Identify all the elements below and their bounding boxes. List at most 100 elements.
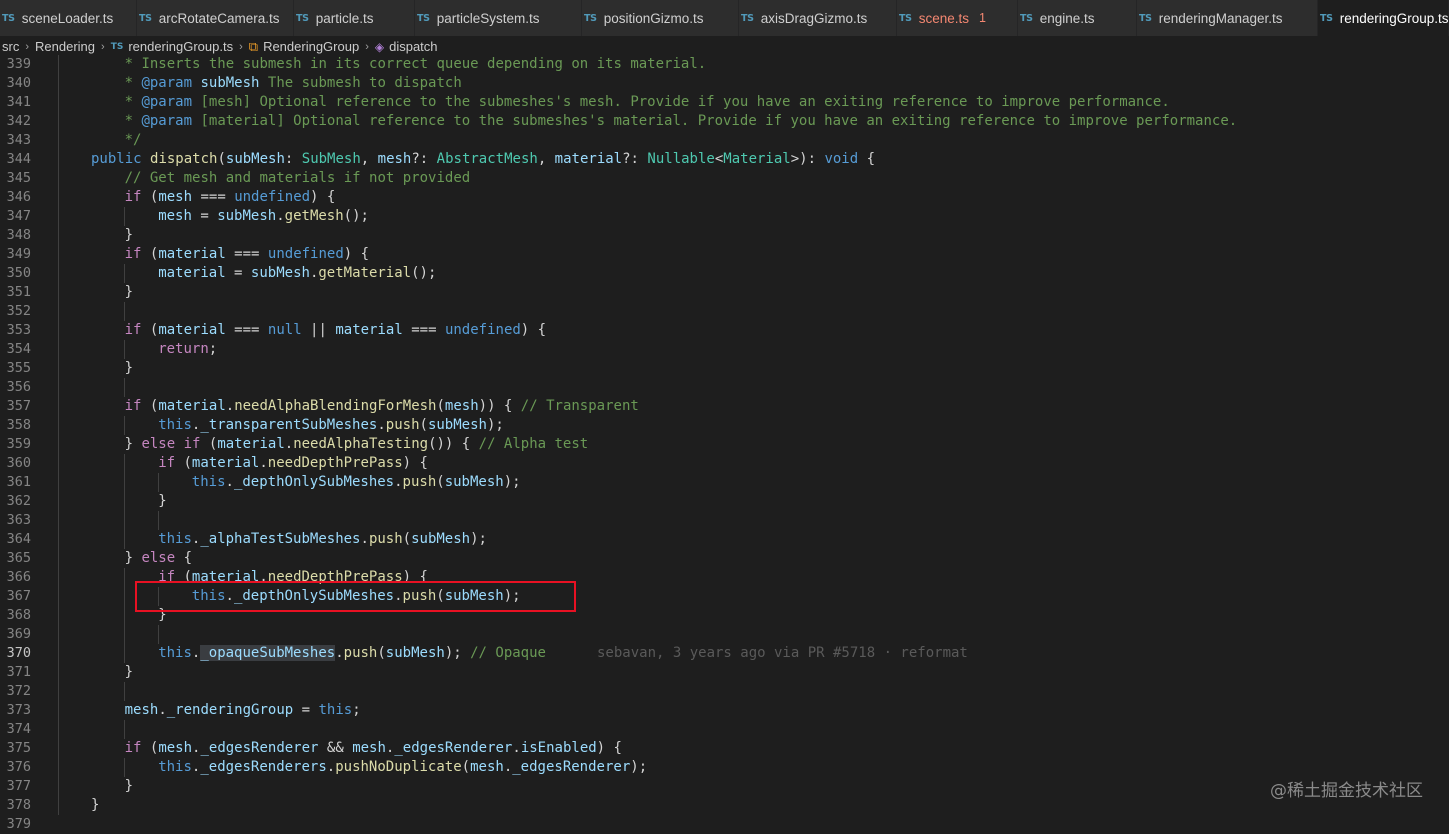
code-token: .: [394, 474, 403, 490]
code-line: 341 * @param [mesh] Optional reference to…: [0, 93, 1449, 112]
indent-guide: [58, 758, 59, 777]
code-token: ) {: [596, 740, 622, 756]
indent-guide: [124, 378, 125, 397]
line-number: 351: [6, 284, 31, 300]
line-number: 353: [6, 322, 31, 338]
breadcrumb-item[interactable]: dispatch: [389, 39, 437, 54]
code-token: material: [158, 265, 226, 281]
code-text: * @param subMesh The submesh to dispatch: [125, 74, 462, 93]
indent-guide: [158, 511, 159, 530]
indent-guide: [58, 644, 59, 663]
chevron-right-icon: ›: [25, 40, 30, 53]
code-token: =: [191, 208, 218, 224]
tab-label: particleSystem.ts: [436, 10, 540, 26]
indent-guide: [58, 112, 59, 131]
line-number: 367: [6, 588, 31, 604]
line-number: 364: [6, 531, 31, 547]
code-token: if: [124, 398, 142, 414]
code-text: this._transparentSubMeshes.push(subMesh)…: [158, 416, 504, 435]
tab-particlesystem[interactable]: TS particleSystem.ts: [415, 0, 582, 36]
breadcrumb-item[interactable]: Rendering: [35, 39, 95, 54]
code-line: 376 this._edgesRenderers.pushNoDuplicate(…: [0, 758, 1449, 777]
ts-file-icon: TS: [1139, 12, 1152, 24]
tab-label: arcRotateCamera.ts: [158, 10, 280, 26]
code-token: * Inserts the submesh in its correct que…: [124, 56, 707, 72]
tab-arcrotatecamera[interactable]: TS arcRotateCamera.ts: [137, 0, 294, 36]
code-token: ===: [402, 322, 445, 338]
code-token: this: [158, 417, 192, 433]
code-token: [material] Optional reference to the sub…: [192, 113, 1238, 129]
code-token: _depthOnlySubMeshes: [233, 474, 395, 490]
code-token: else: [141, 436, 176, 452]
tab-scene[interactable]: TS scene.ts 1: [897, 0, 1018, 36]
indent-guide: [58, 397, 59, 416]
indent-guide: [58, 568, 59, 587]
tab-label: axisDragGizmo.ts: [760, 10, 868, 26]
code-token: ===: [225, 246, 268, 262]
tab-renderingmanager[interactable]: TS renderingManager.ts: [1137, 0, 1318, 36]
code-token: _transparentSubMeshes: [200, 417, 378, 433]
code-token: if: [124, 189, 142, 205]
line-number: 347: [6, 208, 31, 224]
line-number: 371: [6, 664, 31, 680]
code-token: _opaqueSubMeshes: [200, 645, 336, 661]
code-token: .: [326, 759, 336, 775]
code-token: {: [858, 151, 876, 167]
tab-sceneloader[interactable]: TS sceneLoader.ts: [0, 0, 137, 36]
tab-renderinggroup[interactable]: TS renderingGroup.ts: [1318, 0, 1449, 36]
code-token: needAlphaBlendingForMesh: [234, 398, 437, 414]
code-line: 347 mesh = subMesh.getMesh();: [0, 207, 1449, 226]
line-number: 368: [6, 607, 31, 623]
chevron-right-icon: ›: [365, 40, 369, 53]
code-token: undefined: [234, 189, 311, 205]
tab-positiongizmo[interactable]: TS positionGizmo.ts: [582, 0, 739, 36]
code-token: *: [124, 113, 142, 129]
line-number: 370: [6, 645, 31, 661]
code-token: null: [267, 322, 302, 338]
code-token: }: [124, 360, 134, 376]
code-token: _edgesRenderer: [512, 759, 631, 775]
indent-guide: [58, 340, 59, 359]
code-token: }: [124, 664, 134, 680]
watermark: @稀土掘金技术社区: [1270, 781, 1423, 801]
code-line: 369: [0, 625, 1449, 644]
code-token: this: [158, 645, 192, 661]
indent-guide: [58, 739, 59, 758]
ts-file-icon: TS: [1320, 12, 1333, 24]
code-token: ;: [352, 702, 361, 718]
code-text: } else {: [125, 549, 192, 568]
code-editor[interactable]: 339 * Inserts the submesh in its correct …: [0, 55, 1449, 832]
code-token: (: [175, 455, 192, 471]
code-token: (: [377, 645, 386, 661]
line-number: 365: [6, 550, 31, 566]
code-token: if: [124, 740, 142, 756]
code-token: needDepthPrePass: [267, 569, 403, 585]
code-text: this._edgesRenderers.pushNoDuplicate(mes…: [158, 758, 647, 777]
code-token: subMesh: [225, 151, 285, 167]
code-token: );: [503, 474, 521, 490]
code-line: 352: [0, 302, 1449, 321]
code-line: 373 mesh._renderingGroup = this;: [0, 701, 1449, 720]
breadcrumb-item[interactable]: renderingGroup.ts: [128, 39, 233, 54]
breadcrumb-item[interactable]: RenderingGroup: [263, 39, 359, 54]
code-line: 354 return;: [0, 340, 1449, 359]
code-token: _edgesRenderer: [200, 740, 319, 756]
code-token: ;: [208, 341, 218, 357]
breadcrumb-item[interactable]: src: [2, 39, 19, 54]
tab-axisdraggizmo[interactable]: TS axisDragGizmo.ts: [739, 0, 897, 36]
tab-label: sceneLoader.ts: [21, 10, 114, 26]
code-token: this: [191, 588, 226, 604]
indent-guide: [58, 530, 59, 549]
ts-file-icon: TS: [139, 12, 152, 24]
tab-particle[interactable]: TS particle.ts: [294, 0, 415, 36]
code-token: _edgesRenderer: [394, 740, 513, 756]
indent-guide: [124, 492, 125, 511]
code-token: (: [436, 398, 445, 414]
code-token: }: [91, 797, 100, 813]
code-line: 349 if (material === undefined) {: [0, 245, 1449, 264]
code-token: // Alpha test: [478, 436, 589, 452]
code-token: .: [512, 740, 521, 756]
indent-guide: [58, 796, 59, 815]
tab-engine[interactable]: TS engine.ts: [1018, 0, 1137, 36]
problems-count-badge: 1: [979, 11, 986, 25]
